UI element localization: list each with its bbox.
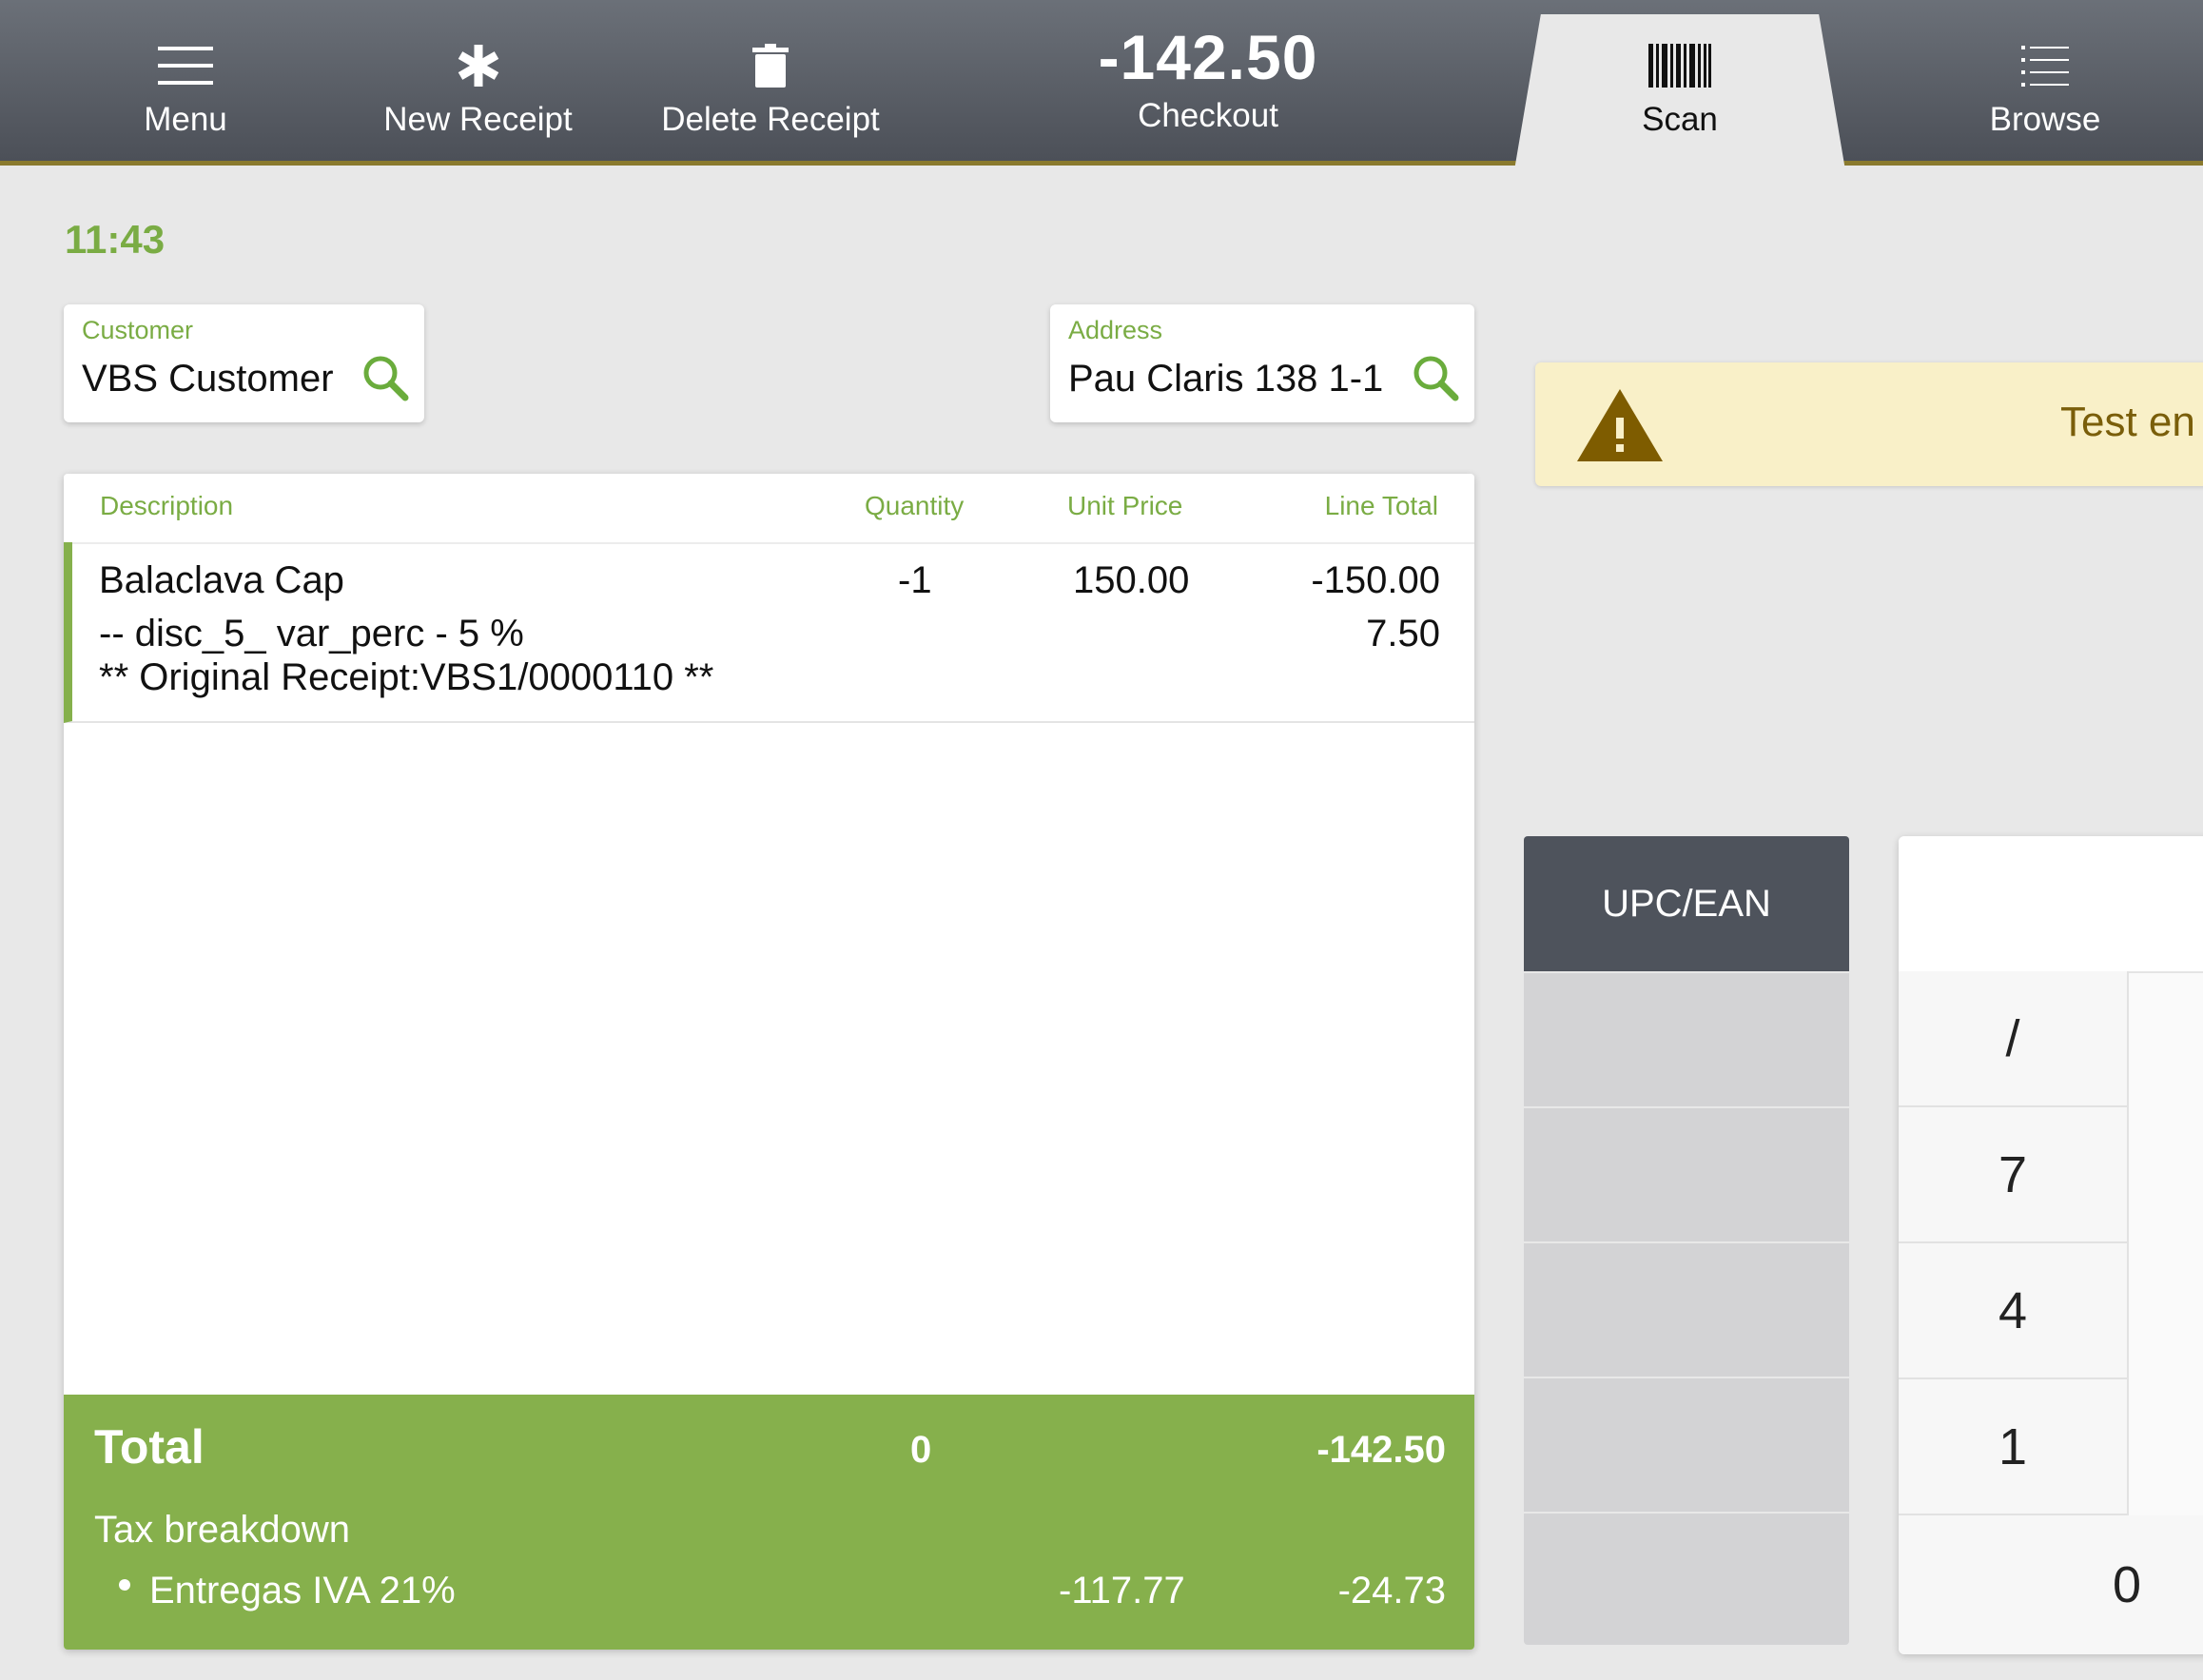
column-quantity: Quantity [865,491,965,520]
menu-button[interactable]: Menu [90,0,281,161]
numeric-keypad: / 7 4 1 0 [1899,836,2203,1654]
total-quantity: 0 [910,1429,932,1471]
address-value: Pau Claris 138 1-1 [1068,358,1384,400]
search-icon [363,356,409,401]
address-field[interactable]: Address Pau Claris 138 1-1 [1050,304,1474,422]
line-total: -150.00 [1311,559,1440,601]
tax-item-base: -117.77 [1059,1570,1185,1612]
asterisk-icon [458,45,498,87]
upc-ean-button[interactable]: UPC/EAN [1524,836,1849,971]
keypad-display [1899,836,2203,973]
tax-bullet [119,1579,130,1591]
address-search-button[interactable] [1412,354,1459,406]
delete-receipt-button[interactable]: Delete Receipt [647,0,894,161]
side-key-3[interactable] [1524,1241,1849,1377]
side-key-1[interactable] [1524,971,1849,1106]
warning-icon [1577,389,1663,461]
customer-label: Customer [82,316,194,344]
new-receipt-label: New Receipt [383,101,573,138]
total-label: Total [94,1420,205,1474]
receipt-total: Total 0 -142.50 Tax breakdown Entregas I… [64,1395,1474,1650]
top-toolbar: Menu New Receipt Delete Receipt -142.50 [0,0,2203,170]
column-unit-price: Unit Price [1067,491,1183,520]
line-discount-amount: 7.50 [1366,613,1440,654]
tab-browse[interactable]: Browse [1940,0,2150,161]
key-slash[interactable]: / [1899,971,2127,1107]
column-description: Description [100,491,234,520]
warning-banner: Test en [1535,362,2203,486]
receipt-line[interactable]: Balaclava Cap -1 150.00 -150.00 -- disc_… [64,542,1474,723]
delete-receipt-label: Delete Receipt [661,101,880,138]
tax-breakdown-label: Tax breakdown [94,1509,351,1551]
tab-scan[interactable]: Scan [1550,0,1809,161]
line-note: ** Original Receipt:VBS1/0000110 ** [99,656,714,698]
browse-label: Browse [1989,101,2101,138]
warning-text: Test en [2060,399,2195,445]
key-7[interactable]: 7 [1899,1107,2127,1243]
column-line-total: Line Total [1324,491,1438,520]
key-4[interactable]: 4 [1899,1243,2127,1379]
line-description: Balaclava Cap [99,559,344,601]
trash-icon [752,44,789,88]
line-discount-text: -- disc_5_ var_perc - 5 % [99,613,524,654]
scan-label: Scan [1642,101,1718,138]
customer-search-button[interactable] [361,354,409,406]
tax-item-name: Entregas IVA 21% [149,1570,456,1612]
keypad-separator [2127,971,2129,1515]
menu-label: Menu [144,101,227,138]
side-key-2[interactable] [1524,1106,1849,1241]
receipt-panel: Description Quantity Unit Price Line Tot… [64,474,1474,1650]
key-1[interactable]: 1 [1899,1379,2127,1515]
checkout-button[interactable]: -142.50 Checkout [1056,0,1360,161]
side-key-4[interactable] [1524,1377,1849,1512]
checkout-amount: -142.50 [1098,22,1318,92]
clock: 11:43 [65,217,166,262]
search-icon [1413,356,1459,401]
side-key-5[interactable] [1524,1512,1849,1645]
key-0[interactable]: 0 [1899,1515,2203,1654]
receipt-header: Description Quantity Unit Price Line Tot… [64,474,1474,544]
checkout-label: Checkout [1138,97,1278,134]
customer-field[interactable]: Customer VBS Customer [64,304,424,422]
line-unit-price: 150.00 [1073,559,1190,601]
customer-value: VBS Customer [82,358,334,400]
new-receipt-button[interactable]: New Receipt [361,0,595,161]
hamburger-menu-icon [158,47,213,85]
barcode-icon [1648,44,1711,88]
tax-item-tax: -24.73 [1337,1570,1446,1612]
address-label: Address [1068,316,1163,344]
list-icon [2021,46,2069,87]
line-quantity: -1 [898,559,932,601]
total-amount: -142.50 [1316,1429,1446,1471]
